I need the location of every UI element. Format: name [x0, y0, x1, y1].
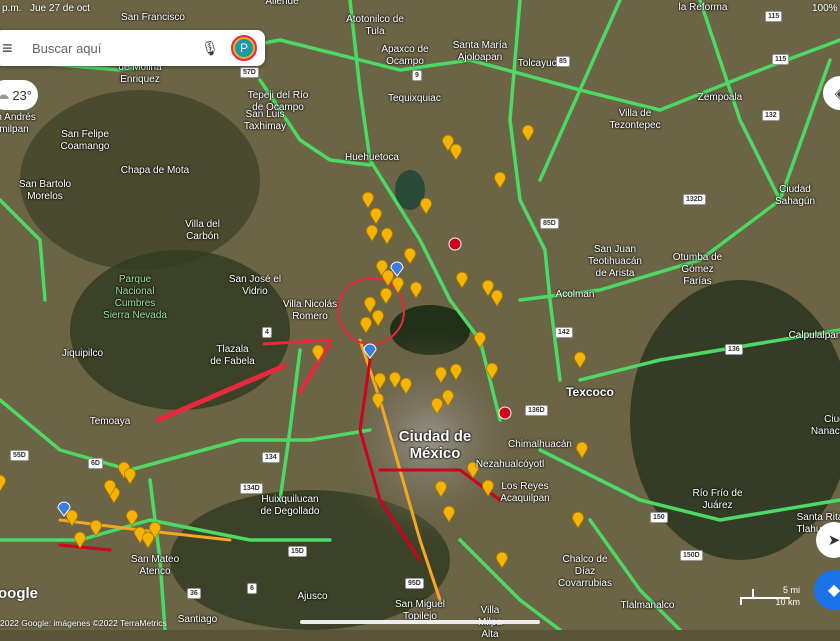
- copyright[interactable]: 2022 Google: imágenes ©2022 TerraMetrics: [0, 618, 167, 628]
- avatar[interactable]: P: [231, 35, 257, 61]
- weather-chip[interactable]: ☁ 23°: [0, 80, 38, 110]
- route-shield: 115: [772, 54, 790, 65]
- place-label[interactable]: San Andrés Timilpan: [0, 112, 40, 136]
- place-label[interactable]: Ciudad Nanacamilpa: [810, 414, 840, 438]
- place-label[interactable]: Apaxco de Ocampo: [375, 44, 435, 68]
- route-shield: 9: [412, 70, 422, 81]
- route-shield: 136D: [525, 405, 548, 416]
- place-label[interactable]: Texcoco: [565, 386, 615, 398]
- place-label[interactable]: Los Reyes Acaquilpan: [495, 481, 555, 505]
- place-label[interactable]: Villa Nicolás Romero: [280, 299, 340, 323]
- place-label[interactable]: San Luis Taxhimay: [235, 109, 295, 133]
- route-shield: 6: [247, 583, 257, 594]
- place-label[interactable]: Villa del Carbón: [180, 219, 225, 243]
- route-shield: 132: [762, 110, 780, 121]
- route-shield: 55D: [10, 450, 29, 461]
- place-label[interactable]: San Mateo Atenco: [125, 554, 185, 578]
- scale-km: 10 km: [775, 597, 800, 607]
- place-label[interactable]: Chalco de Díaz Covarrubias: [555, 554, 615, 590]
- place-label[interactable]: San Juan Teotihuacán de Arista: [585, 244, 645, 280]
- place-label[interactable]: la Reforma: [678, 2, 728, 14]
- place-label[interactable]: Ciudad de México: [375, 428, 495, 462]
- place-label[interactable]: Villa de Tezontepec: [605, 108, 665, 132]
- route-shield: 150: [650, 512, 668, 523]
- place-label[interactable]: Santiago: [175, 614, 220, 626]
- road-closure-icon[interactable]: [498, 406, 512, 420]
- place-label[interactable]: Acolman: [555, 289, 595, 301]
- place-label[interactable]: Tequixquiac: [388, 93, 441, 105]
- route-shield: 85: [556, 56, 570, 67]
- route-shield: 136: [725, 344, 743, 355]
- place-label[interactable]: Huehuetoca: [345, 152, 399, 164]
- route-shield: 134: [262, 452, 280, 463]
- place-label[interactable]: Tlazala de Fabela: [210, 344, 255, 368]
- route-shield: 57D: [240, 67, 259, 78]
- route-shield: 134D: [240, 483, 263, 494]
- place-label[interactable]: Zempoala: [695, 92, 745, 104]
- route-shield: 150D: [680, 550, 703, 561]
- place-label[interactable]: Río Frío de Juárez: [690, 488, 745, 512]
- place-label[interactable]: Calpulalpan: [785, 330, 840, 342]
- place-label[interactable]: Huixquilucan de Degollado: [255, 494, 325, 518]
- place-label[interactable]: Tlalmanalco: [620, 600, 675, 612]
- route-shield: 132D: [683, 194, 706, 205]
- status-date: Jue 27 de oct: [30, 3, 91, 14]
- place-label[interactable]: Chapa de Mota: [120, 165, 190, 177]
- route-shield: 95D: [405, 578, 424, 589]
- temperature: 23°: [12, 87, 32, 103]
- place-label[interactable]: Santa María Ajoloapan: [445, 40, 515, 64]
- place-label[interactable]: Jiquipilco: [55, 348, 110, 360]
- status-battery: 100%: [812, 3, 838, 14]
- microphone-icon[interactable]: 🎙: [197, 40, 223, 57]
- place-label[interactable]: San José el Vidrio: [225, 274, 285, 298]
- cloud-icon: ☁: [0, 87, 10, 102]
- scale-miles: 5 mi: [782, 585, 800, 595]
- directions-icon: ◆: [827, 582, 840, 599]
- place-label[interactable]: Otumba de Gómez Farías: [670, 252, 725, 288]
- route-shield: 6D: [88, 458, 103, 469]
- place-label[interactable]: Chimalhuacán: [505, 439, 575, 451]
- route-shield: 85D: [540, 218, 559, 229]
- route-shield: 4: [262, 327, 272, 338]
- place-label[interactable]: San Francisco: [118, 12, 188, 24]
- status-time: p.m.: [2, 3, 22, 14]
- place-label[interactable]: San Bartolo Morelos: [15, 179, 75, 203]
- search-bar[interactable]: ≡ Buscar aquí 🎙 P: [0, 30, 265, 66]
- scale-bar: 5 mi 10 km: [740, 585, 800, 608]
- route-shield: 142: [555, 327, 573, 338]
- place-label[interactable]: Ciudad Sahagún: [770, 184, 820, 208]
- navigation-arrow-icon: ➤: [827, 532, 840, 549]
- menu-icon[interactable]: ≡: [0, 38, 24, 59]
- place-label[interactable]: San Felipe Coamango: [55, 129, 115, 153]
- home-indicator[interactable]: [300, 620, 540, 624]
- place-label[interactable]: Temoaya: [85, 416, 135, 428]
- route-shield: 36: [187, 588, 201, 599]
- google-logo: oogle: [0, 585, 38, 602]
- road-closure-icon[interactable]: [448, 237, 462, 251]
- search-input[interactable]: Buscar aquí: [24, 41, 197, 56]
- place-label[interactable]: Atotonilco de Tula: [345, 14, 405, 38]
- place-label[interactable]: Ajusco: [295, 591, 330, 603]
- place-label[interactable]: Allende: [262, 0, 302, 8]
- route-shield: 15D: [288, 546, 307, 557]
- place-label[interactable]: Nezahualcóyotl: [475, 459, 545, 471]
- route-shield: 115: [765, 11, 783, 22]
- place-label[interactable]: Parque Nacional Cumbres Sierra Nevada: [100, 274, 170, 322]
- layers-icon: ◈: [835, 85, 840, 102]
